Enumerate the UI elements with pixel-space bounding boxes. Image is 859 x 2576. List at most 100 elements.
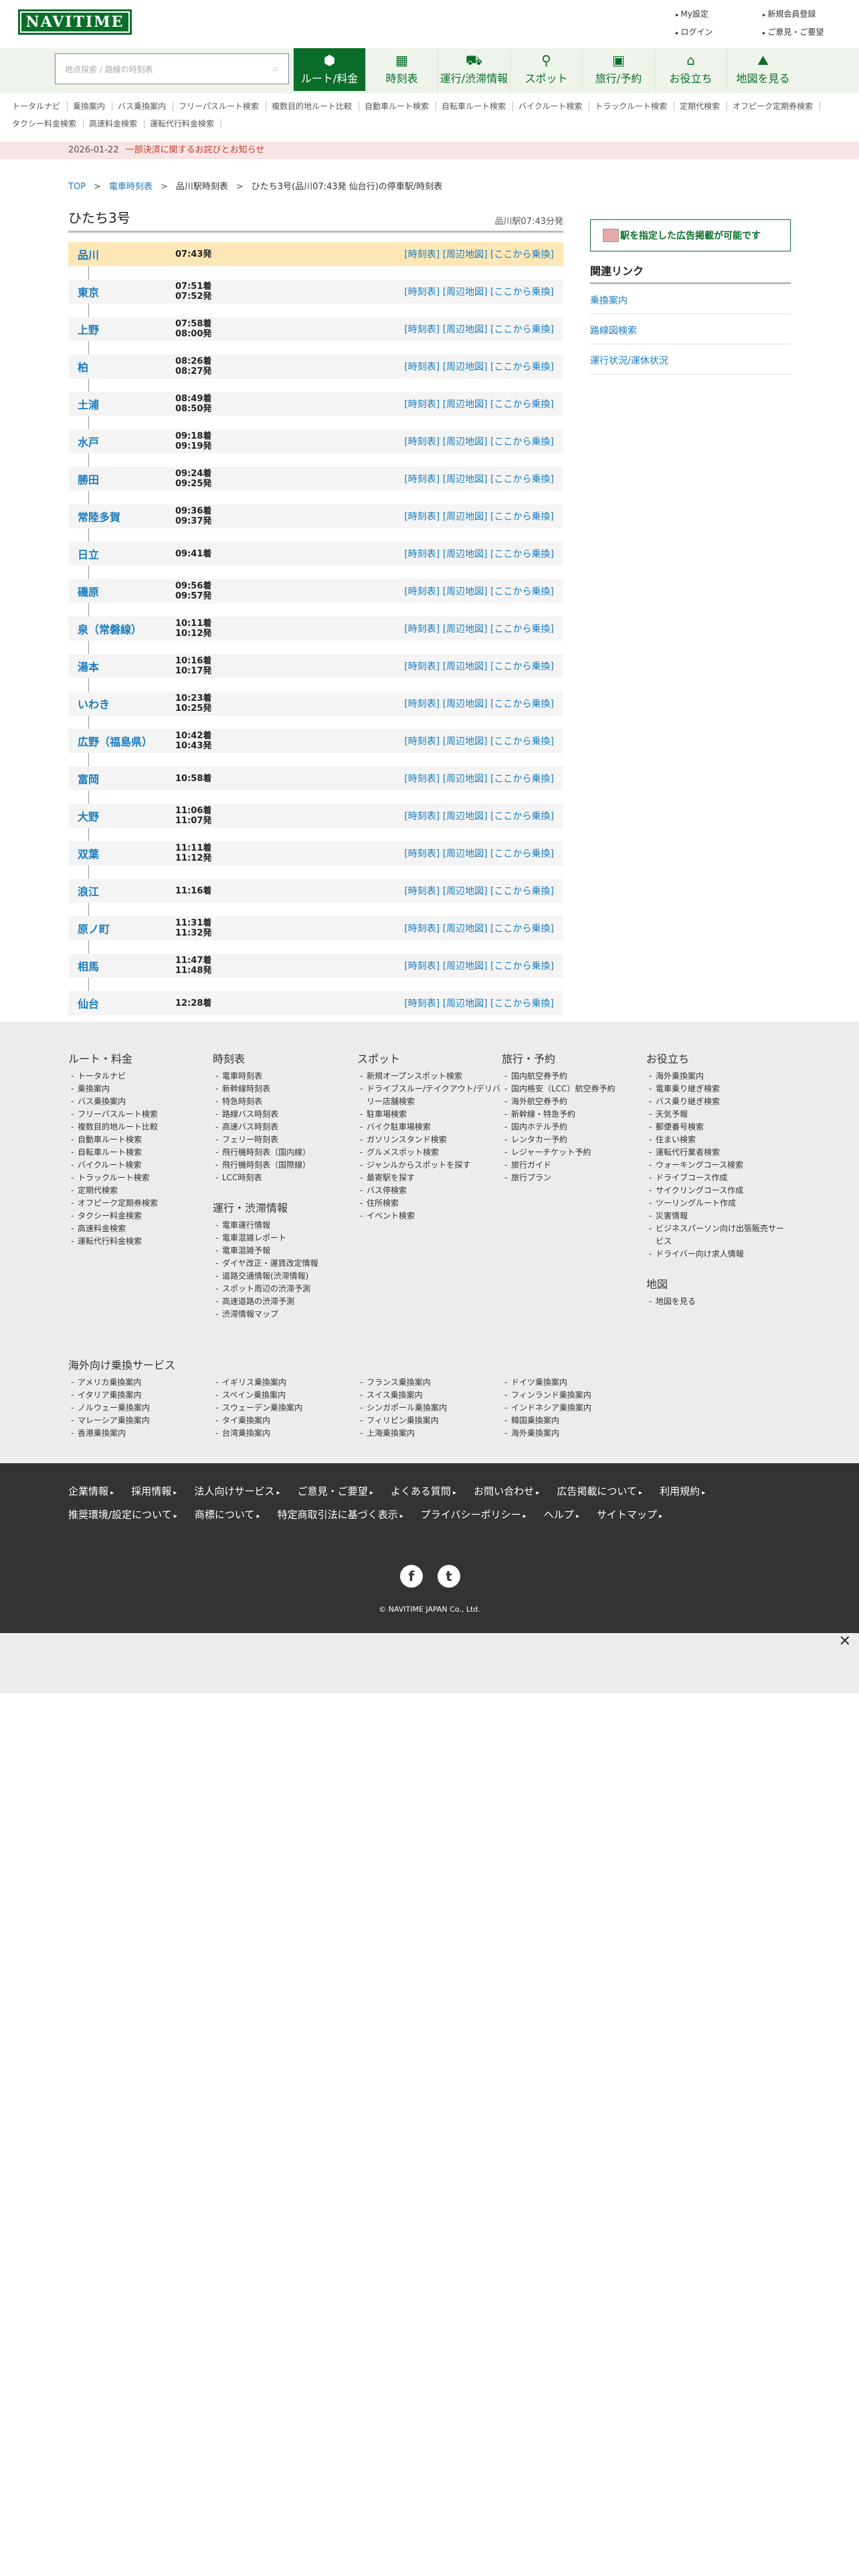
footer-link[interactable]: 電車時刻表 — [213, 1070, 357, 1083]
breadcrumb-station[interactable]: 品川駅時刻表 — [176, 182, 228, 192]
footer-link[interactable]: レジャーチケット予約 — [502, 1146, 646, 1159]
footer-link[interactable]: ドライブコース作成 — [646, 1172, 791, 1184]
footer-link[interactable]: 高速道路の渋滞予測 — [213, 1295, 357, 1308]
station-name[interactable]: 浪江 — [78, 883, 99, 899]
overseas-link[interactable]: フランス乗換案内 — [357, 1376, 502, 1389]
footer-dark-link[interactable]: サイトマップ — [597, 1504, 662, 1527]
footer-link[interactable]: フリーパスルート検索 — [68, 1108, 213, 1121]
footer-link[interactable]: ビジネスパーソン向け出張販売サービス — [646, 1222, 791, 1248]
footer-dark-link[interactable]: 特定商取引法に基づく表示 — [278, 1504, 403, 1527]
footer-link[interactable]: 新規オープンスポット検索 — [357, 1070, 502, 1083]
related-link[interactable]: 路線図検索 — [590, 314, 791, 344]
station-name[interactable]: 双葉 — [78, 845, 99, 861]
overseas-link[interactable]: ドイツ乗換案内 — [502, 1376, 646, 1389]
station-name[interactable]: 品川 — [78, 246, 99, 262]
related-link[interactable]: 運行状況/運休状況 — [590, 344, 791, 374]
footer-link[interactable]: 海外乗換案内 — [646, 1070, 791, 1083]
subnav-item[interactable]: 運転代行料金検索 — [147, 119, 222, 128]
footer-link[interactable]: 路線バス時刻表 — [213, 1108, 357, 1121]
login-link[interactable]: ログイン — [676, 26, 763, 37]
footer-link[interactable]: 天気予報 — [646, 1108, 791, 1121]
station-name[interactable]: 常陸多賀 — [78, 508, 120, 524]
footer-link[interactable]: ダイヤ改正・運賃改定情報 — [213, 1257, 357, 1270]
footer-dark-link[interactable]: ご意見・ご要望 — [298, 1481, 373, 1504]
overseas-link[interactable]: イギリス乗換案内 — [213, 1376, 357, 1389]
footer-link[interactable]: フェリー時刻表 — [213, 1134, 357, 1146]
subnav-item[interactable]: 自動車ルート検索 — [362, 102, 436, 111]
station-name[interactable]: 勝田 — [78, 471, 99, 487]
tab-spot[interactable]: ⚲ スポット — [510, 48, 582, 91]
station-name[interactable]: 柏 — [78, 358, 88, 374]
footer-link[interactable]: グルメスポット検索 — [357, 1146, 502, 1159]
station-name[interactable]: いわき — [78, 695, 110, 712]
footer-link[interactable]: 海外航空券予約 — [502, 1095, 646, 1108]
footer-link[interactable]: 乗換案内 — [68, 1083, 213, 1095]
overseas-link[interactable]: シンガポール乗換案内 — [357, 1402, 502, 1414]
footer-dark-link[interactable]: 広告掲載について — [557, 1481, 642, 1504]
station-links[interactable]: [時刻表] [周辺地図] [ここから乗換] — [404, 285, 554, 298]
navitime-logo[interactable]: NAVITIME — [18, 9, 132, 35]
station-links[interactable]: [時刻表] [周辺地図] [ここから乗換] — [404, 472, 554, 486]
station-links[interactable]: [時刻表] [周辺地図] [ここから乗換] — [404, 884, 554, 897]
footer-link[interactable]: 最寄駅を探す — [357, 1172, 502, 1184]
notice-link[interactable]: 一部決済に関するお詫びとお知らせ — [126, 145, 265, 155]
footer-link[interactable]: タクシー料金検索 — [68, 1210, 213, 1222]
subnav-item[interactable]: バイクルート検索 — [516, 102, 590, 111]
footer-link[interactable]: 旅行プラン — [502, 1172, 646, 1184]
footer-link[interactable]: 道路交通情報(渋滞情報) — [213, 1270, 357, 1283]
subnav-item[interactable]: 複数目的地ルート比較 — [269, 102, 359, 111]
footer-link[interactable]: ドライブスルー/テイクアウト/デリバリー店舗検索 — [357, 1083, 502, 1108]
station-links[interactable]: [時刻表] [周辺地図] [ここから乗換] — [404, 360, 554, 373]
footer-dark-link[interactable]: 法人向けサービス — [194, 1481, 280, 1504]
station-links[interactable]: [時刻表] [周辺地図] [ここから乗換] — [404, 584, 554, 598]
footer-link[interactable]: LCC時刻表 — [213, 1172, 357, 1184]
ad-button[interactable]: 駅を指定した広告掲載が可能です — [590, 219, 791, 251]
footer-dark-link[interactable]: 商標について — [195, 1504, 260, 1527]
related-link[interactable]: 乗換案内 — [590, 284, 791, 314]
overseas-link[interactable]: スイス乗換案内 — [357, 1389, 502, 1402]
overseas-link[interactable]: フィンランド乗換案内 — [502, 1389, 646, 1402]
footer-dark-link[interactable]: 企業情報 — [68, 1481, 114, 1504]
station-links[interactable]: [時刻表] [周辺地図] [ここから乗換] — [404, 510, 554, 523]
station-name[interactable]: 泉（常磐線） — [78, 621, 142, 637]
footer-link[interactable]: 国内航空券予約 — [502, 1070, 646, 1083]
station-name[interactable]: 湯本 — [78, 658, 99, 674]
station-links[interactable]: [時刻表] [周辺地図] [ここから乗換] — [404, 435, 554, 448]
overseas-link[interactable]: タイ乗換案内 — [213, 1414, 357, 1427]
footer-dark-link[interactable]: プライバシーポリシー — [421, 1504, 527, 1527]
overseas-link[interactable]: イタリア乗換案内 — [68, 1389, 213, 1402]
footer-link[interactable]: オフピーク定期券検索 — [68, 1197, 213, 1210]
subnav-item[interactable]: 自転車ルート検索 — [439, 102, 513, 111]
footer-link[interactable]: 電車運行情報 — [213, 1219, 357, 1232]
footer-dark-link[interactable]: ヘルプ — [544, 1504, 579, 1527]
footer-link[interactable]: バス停検索 — [357, 1184, 502, 1197]
footer-link[interactable]: 運転代行料金検索 — [68, 1235, 213, 1248]
overseas-link[interactable]: インドネシア乗換案内 — [502, 1402, 646, 1414]
subnav-item[interactable]: 定期代検索 — [677, 102, 728, 111]
footer-link[interactable]: 高速バス時刻表 — [213, 1121, 357, 1134]
station-name[interactable]: 富岡 — [78, 770, 99, 786]
station-name[interactable]: 広野（福島県） — [78, 733, 153, 749]
tab-useful[interactable]: ⌂ お役立ち — [654, 48, 727, 91]
footer-link[interactable]: トータルナビ — [68, 1070, 213, 1083]
station-links[interactable]: [時刻表] [周辺地図] [ここから乗換] — [404, 772, 554, 785]
footer-link[interactable]: 郵便番号検索 — [646, 1121, 791, 1134]
station-links[interactable]: [時刻表] [周辺地図] [ここから乗換] — [404, 734, 554, 748]
footer-link[interactable]: レンタカー予約 — [502, 1134, 646, 1146]
search-input[interactable]: 地点探索 / 路線の時刻表 ⌕ — [55, 53, 289, 84]
overseas-link[interactable]: 海外乗換案内 — [502, 1427, 646, 1440]
station-links[interactable]: [時刻表] [周辺地図] [ここから乗換] — [404, 547, 554, 560]
station-name[interactable]: 仙台 — [78, 995, 99, 1011]
overseas-link[interactable]: ノルウェー乗換案内 — [68, 1402, 213, 1414]
station-links[interactable]: [時刻表] [周辺地図] [ここから乗換] — [404, 397, 554, 411]
footer-link[interactable]: スポット周辺の渋滞予測 — [213, 1283, 357, 1295]
subnav-item[interactable]: フリーパスルート検索 — [176, 102, 266, 111]
station-name[interactable]: 上野 — [78, 321, 99, 337]
overseas-link[interactable]: 韓国乗換案内 — [502, 1414, 646, 1427]
station-name[interactable]: 相馬 — [78, 958, 99, 974]
subnav-item[interactable]: 乗換案内 — [70, 102, 113, 111]
subnav-item[interactable]: オフピーク定期券検索 — [730, 102, 821, 111]
footer-link[interactable]: ガソリンスタンド検索 — [357, 1134, 502, 1146]
station-name[interactable]: 原ノ町 — [78, 920, 110, 936]
overseas-link[interactable]: 上海乗換案内 — [357, 1427, 502, 1440]
